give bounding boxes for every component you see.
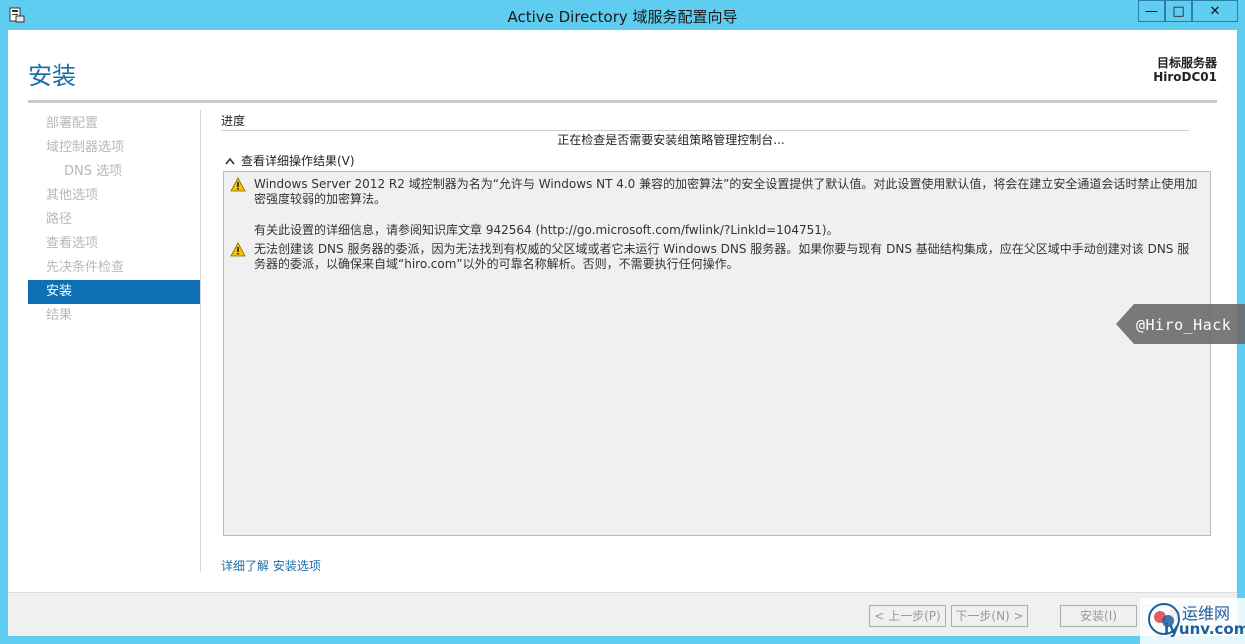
minimize-button[interactable]: —	[1138, 0, 1165, 22]
install-status-text: 正在检查是否需要安装组策略管理控制台...	[557, 133, 785, 147]
watermark-text: @Hiro_Hack	[1136, 316, 1232, 334]
wizard-footer: < 上一步(P) 下一步(N) > 安装(I) 取消	[8, 592, 1237, 636]
warning-text: 无法创建该 DNS 服务器的委派，因为无法找到有权威的父区域或者它未运行 Win…	[254, 242, 1190, 271]
nav-step-paths[interactable]: 路径	[28, 208, 200, 232]
nav-step-results[interactable]: 结果	[28, 304, 200, 328]
site-url: iyunv.com	[1164, 620, 1245, 638]
progress-label: 进度	[221, 114, 246, 128]
maximize-button[interactable]: □	[1165, 0, 1192, 22]
title-bar: Active Directory 域服务配置向导 — □ ✕	[0, 0, 1245, 30]
details-toggle-label: 查看详细操作结果(V)	[241, 154, 355, 168]
nav-step-review-options[interactable]: 查看选项	[28, 232, 200, 256]
nav-divider	[200, 110, 201, 572]
nav-step-installation[interactable]: 安装	[28, 280, 200, 304]
nav-step-dc-options[interactable]: 域控制器选项	[28, 136, 200, 160]
warning-text: Windows Server 2012 R2 域控制器为名为“允许与 Windo…	[254, 177, 1198, 206]
target-server-label: 目标服务器	[1156, 56, 1217, 70]
warning-icon	[230, 177, 246, 192]
nav-step-additional-options[interactable]: 其他选项	[28, 184, 200, 208]
warning-icon	[230, 242, 246, 257]
nav-step-deployment[interactable]: 部署配置	[28, 112, 200, 136]
install-button[interactable]: 安装(I)	[1060, 605, 1137, 627]
warning-message: Windows Server 2012 R2 域控制器为名为“允许与 Windo…	[230, 177, 1200, 207]
nav-step-prerequisites[interactable]: 先决条件检查	[28, 256, 200, 280]
page-title: 安装	[28, 62, 76, 90]
wizard-client-area: 安装 目标服务器 HiroDC01 部署配置 域控制器选项 DNS 选项 其他选…	[8, 30, 1237, 636]
kb-info-text: 有关此设置的详细信息，请参阅知识库文章 942564 (http://go.mi…	[254, 223, 839, 237]
target-server-name: HiroDC01	[1153, 70, 1217, 84]
details-toggle[interactable]: 查看详细操作结果(V)	[225, 152, 355, 169]
caret-up-icon	[225, 157, 235, 164]
header-divider	[28, 100, 1217, 103]
next-button[interactable]: 下一步(N) >	[951, 605, 1028, 627]
details-panel[interactable]: Windows Server 2012 R2 域控制器为名为“允许与 Windo…	[223, 171, 1211, 536]
window-title: Active Directory 域服务配置向导	[507, 8, 738, 26]
close-button[interactable]: ✕	[1192, 0, 1238, 22]
previous-button[interactable]: < 上一步(P)	[869, 605, 946, 627]
learn-more-link[interactable]: 详细了解 安装选项	[221, 557, 321, 574]
warning-message: 无法创建该 DNS 服务器的委派，因为无法找到有权威的父区域或者它未运行 Win…	[230, 242, 1200, 272]
wizard-step-nav: 部署配置 域控制器选项 DNS 选项 其他选项 路径 查看选项 先决条件检查 安…	[28, 112, 200, 328]
nav-step-dns-options[interactable]: DNS 选项	[28, 160, 200, 184]
